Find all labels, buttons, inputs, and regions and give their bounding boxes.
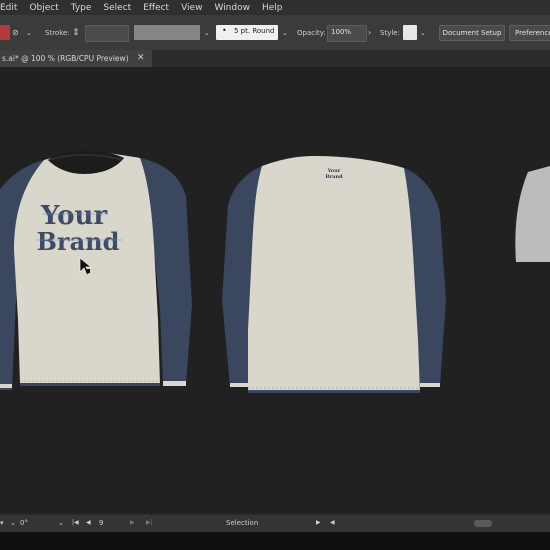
brush-definition[interactable]: • 5 pt. Round: [216, 25, 278, 40]
front-shirt[interactable]: Your Brand: [0, 151, 192, 390]
document-setup-button[interactable]: Document Setup: [439, 25, 505, 41]
next-artboard-icon: ▶: [130, 519, 135, 526]
status-bar: ▾ ⌄ 0° ⌄ |◀ ◀ 9 ▶ ▶| Selection ▶ ◀: [0, 514, 550, 533]
artboard-canvas[interactable]: Your Brand Your Brand: [0, 67, 550, 513]
horizontal-scroll-thumb[interactable]: [474, 520, 492, 527]
menu-effect[interactable]: Effect: [143, 3, 169, 13]
menu-bar: Edit Object Type Select Effect View Wind…: [0, 0, 550, 15]
document-tab-title: s.ai* @ 100 % (RGB/CPU Preview): [2, 54, 129, 63]
back-text-brand: Brand: [325, 174, 343, 180]
opacity-label: Opacity:: [297, 29, 326, 37]
opacity-field[interactable]: 100%: [327, 25, 367, 42]
front-hem: [20, 383, 160, 386]
back-body: [248, 156, 420, 392]
current-tool-label: Selection: [226, 519, 259, 527]
menu-select[interactable]: Select: [103, 3, 131, 13]
variable-width-profile[interactable]: [134, 25, 200, 40]
artboard-number[interactable]: 9: [99, 519, 103, 527]
first-artboard-icon[interactable]: |◀: [72, 519, 79, 526]
rotation-value[interactable]: 0°: [20, 519, 28, 527]
fill-swatch[interactable]: [0, 25, 10, 40]
stroke-weight-field[interactable]: [85, 25, 129, 42]
back-right-cuff: [420, 383, 440, 387]
style-label: Style:: [380, 29, 400, 37]
back-shirt[interactable]: Your Brand: [222, 156, 446, 393]
control-bar: ⊘ ⌄ Stroke: ⇕ ⌄ • 5 pt. Round ⌄ Opacity:…: [0, 15, 550, 51]
menu-object[interactable]: Object: [29, 3, 58, 13]
chevron-down-icon[interactable]: ⌄: [26, 26, 32, 40]
menu-help[interactable]: Help: [262, 3, 283, 13]
stroke-label: Stroke:: [45, 29, 70, 37]
front-left-cuff: [0, 384, 12, 388]
front-text-brand[interactable]: Brand: [37, 227, 120, 256]
document-tab-bar: s.ai* @ 100 % (RGB/CPU Preview) ✕: [0, 50, 550, 67]
chevron-right-icon[interactable]: ›: [368, 26, 371, 40]
brush-dot-icon: •: [222, 26, 227, 35]
menu-view[interactable]: View: [181, 3, 202, 13]
stroke-weight-stepper[interactable]: ⇕: [72, 26, 80, 40]
chevron-down-icon[interactable]: ⌄: [10, 519, 16, 527]
taskbar-area: [0, 532, 550, 550]
chevron-down-icon[interactable]: ⌄: [420, 26, 426, 40]
back-hem: [248, 390, 420, 393]
status-menu-icon[interactable]: ▶: [316, 519, 321, 526]
opacity-value: 100%: [331, 28, 352, 36]
document-tab[interactable]: s.ai* @ 100 % (RGB/CPU Preview) ✕: [0, 50, 152, 67]
chevron-down-icon[interactable]: ⌄: [204, 26, 210, 40]
close-icon[interactable]: ✕: [137, 50, 145, 67]
menu-type[interactable]: Type: [71, 3, 92, 13]
menu-edit[interactable]: Edit: [0, 3, 17, 13]
back-left-cuff: [230, 383, 248, 387]
front-body: [14, 152, 160, 384]
brush-value: 5 pt. Round: [234, 27, 275, 35]
last-artboard-icon: ▶|: [146, 519, 153, 526]
third-shirt[interactable]: [515, 166, 550, 262]
none-stroke-icon[interactable]: ⊘: [12, 26, 19, 40]
preferences-button[interactable]: Preference: [509, 25, 550, 41]
zoom-dropdown[interactable]: ▾: [0, 519, 4, 527]
chevron-down-icon[interactable]: ⌄: [282, 26, 288, 40]
artwork: Your Brand Your Brand: [0, 151, 550, 393]
graphic-style-swatch[interactable]: [403, 25, 417, 40]
menu-window[interactable]: Window: [214, 3, 250, 13]
scroll-left-icon[interactable]: ◀: [330, 519, 335, 526]
front-right-cuff: [163, 381, 186, 386]
chevron-down-icon[interactable]: ⌄: [58, 519, 64, 527]
previous-artboard-icon[interactable]: ◀: [86, 519, 91, 526]
